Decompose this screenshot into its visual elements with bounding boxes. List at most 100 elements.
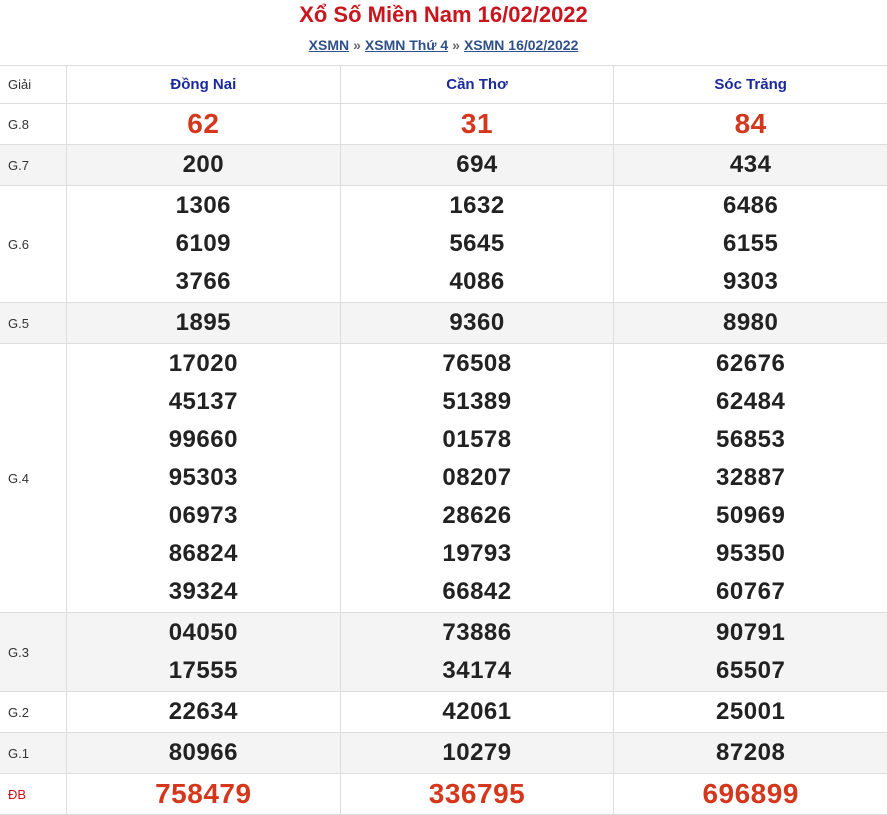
prize-row-g5: G.5 1895 9360 8980 — [0, 303, 887, 344]
result-cell-soc-trang: 84 — [614, 104, 887, 144]
lottery-number: 9360 — [449, 309, 505, 336]
prize-row-g8: G.8 62 31 84 — [0, 104, 887, 145]
prize-row-g3: G.3 04050 17555 73886 34174 90791 65507 — [0, 613, 887, 692]
breadcrumb-link-xsmn-date[interactable]: XSMN 16/02/2022 — [464, 37, 578, 53]
lottery-number: 17020 — [168, 350, 238, 377]
result-cell-dong-nai: 758479 — [67, 774, 341, 814]
lottery-number: 73886 — [442, 619, 512, 646]
lottery-number: 32887 — [716, 464, 786, 491]
lottery-number: 8980 — [722, 309, 779, 336]
result-cell-dong-nai: 04050 17555 — [67, 613, 341, 691]
result-cell-can-tho: 73886 34174 — [341, 613, 615, 691]
lottery-number: 5645 — [449, 230, 505, 257]
result-cell-can-tho: 31 — [341, 104, 615, 144]
prize-label: G.3 — [0, 613, 67, 691]
prize-label: G.5 — [0, 303, 67, 343]
lottery-number: 200 — [182, 151, 225, 178]
prize-label: G.1 — [0, 733, 67, 773]
prize-column-header: Giải — [0, 66, 67, 103]
lottery-number: 60767 — [716, 578, 786, 605]
prize-label: G.2 — [0, 692, 67, 732]
lottery-number: 434 — [729, 151, 772, 178]
lottery-number: 1895 — [175, 309, 232, 336]
prize-row-đb: ĐB 758479 336795 696899 — [0, 774, 887, 815]
result-cell-can-tho: 1632 5645 4086 — [341, 186, 615, 302]
lottery-number: 90791 — [716, 619, 786, 646]
lottery-number: 6486 — [722, 192, 779, 219]
result-cell-dong-nai: 80966 — [67, 733, 341, 773]
lottery-number: 4086 — [449, 268, 505, 295]
prize-rows: G.8 62 31 84 G.7 200 694 434 G.6 1306 6109 3766 1632… — [0, 104, 887, 815]
province-header-soc-trang: Sóc Trăng — [714, 76, 787, 93]
lottery-number: 95303 — [168, 464, 238, 491]
lottery-number: 01578 — [442, 426, 512, 453]
province-header-dong-nai: Đồng Nai — [67, 66, 341, 103]
lottery-number: 86824 — [168, 540, 238, 567]
lottery-number: 76508 — [442, 350, 512, 377]
prize-label: G.7 — [0, 145, 67, 185]
lottery-number: 3766 — [175, 268, 232, 295]
lottery-number: 66842 — [442, 578, 512, 605]
page-title: Xổ Số Miền Nam 16/02/2022 — [299, 2, 588, 27]
lottery-number: 08207 — [442, 464, 512, 491]
result-cell-dong-nai: 22634 — [67, 692, 341, 732]
prize-label: G.6 — [0, 186, 67, 302]
result-cell-soc-trang: 696899 — [614, 774, 887, 814]
lottery-number: 22634 — [168, 698, 238, 725]
result-cell-soc-trang: 87208 — [614, 733, 887, 773]
lottery-number: 1632 — [449, 192, 505, 219]
result-cell-soc-trang: 25001 — [614, 692, 887, 732]
prize-row-g7: G.7 200 694 434 — [0, 145, 887, 186]
lottery-number: 51389 — [442, 388, 512, 415]
lottery-number: 62676 — [716, 350, 786, 377]
breadcrumb-link-xsmn[interactable]: XSMN — [309, 37, 349, 53]
prize-row-g4: G.4 17020 45137 99660 95303 06973 86824 39324 76… — [0, 344, 887, 613]
lottery-number: 87208 — [716, 739, 786, 766]
lottery-number: 56853 — [716, 426, 786, 453]
prize-label: G.4 — [0, 344, 67, 612]
province-header-can-tho: Cần Thơ — [341, 66, 615, 103]
lottery-number: 62 — [187, 108, 220, 139]
lottery-number: 17555 — [168, 657, 238, 684]
result-cell-soc-trang: 62676 62484 56853 32887 50969 95350 60767 — [614, 344, 887, 612]
lottery-number: 758479 — [155, 778, 252, 809]
lottery-number: 9303 — [722, 268, 779, 295]
result-cell-dong-nai: 1306 6109 3766 — [67, 186, 341, 302]
breadcrumb-link-xsmn-thu-4[interactable]: XSMN Thứ 4 — [365, 37, 448, 53]
result-cell-dong-nai: 1895 — [67, 303, 341, 343]
lottery-number: 65507 — [716, 657, 786, 684]
lottery-number: 10279 — [442, 739, 512, 766]
prize-row-g1: G.1 80966 10279 87208 — [0, 733, 887, 774]
prize-row-g2: G.2 22634 42061 25001 — [0, 692, 887, 733]
lottery-number: 42061 — [442, 698, 512, 725]
result-cell-dong-nai: 200 — [67, 145, 341, 185]
lottery-number: 25001 — [716, 698, 786, 725]
lottery-number: 19793 — [442, 540, 512, 567]
breadcrumb: XSMN» XSMN Thứ 4» XSMN 16/02/2022 — [0, 30, 887, 60]
prize-row-g6: G.6 1306 6109 3766 1632 5645 4086 6486 6155 9303 — [0, 186, 887, 303]
prize-label: ĐB — [0, 774, 67, 814]
lottery-number: 06973 — [168, 502, 238, 529]
result-cell-can-tho: 10279 — [341, 733, 615, 773]
breadcrumb-separator: » — [353, 37, 361, 53]
result-cell-can-tho: 336795 — [341, 774, 615, 814]
result-cell-can-tho: 76508 51389 01578 08207 28626 19793 66842 — [341, 344, 615, 612]
lottery-number: 84 — [734, 108, 767, 139]
prize-label: G.8 — [0, 104, 67, 144]
result-cell-soc-trang: 434 — [614, 145, 887, 185]
lottery-number: 80966 — [168, 739, 238, 766]
result-cell-dong-nai: 62 — [67, 104, 341, 144]
result-cell-can-tho: 9360 — [341, 303, 615, 343]
result-cell-can-tho: 694 — [341, 145, 615, 185]
lottery-number: 50969 — [716, 502, 786, 529]
result-cell-soc-trang: 90791 65507 — [614, 613, 887, 691]
lottery-number: 336795 — [428, 778, 526, 809]
table-header-row: Giải Đồng Nai Cần Thơ Sóc Trăng — [0, 66, 887, 104]
lottery-number: 34174 — [442, 657, 512, 684]
result-cell-dong-nai: 17020 45137 99660 95303 06973 86824 39324 — [67, 344, 341, 612]
result-cell-soc-trang: 6486 6155 9303 — [614, 186, 887, 302]
lottery-number: 95350 — [716, 540, 786, 567]
result-cell-soc-trang: 8980 — [614, 303, 887, 343]
lottery-number: 62484 — [716, 388, 786, 415]
lottery-number: 6155 — [722, 230, 779, 257]
